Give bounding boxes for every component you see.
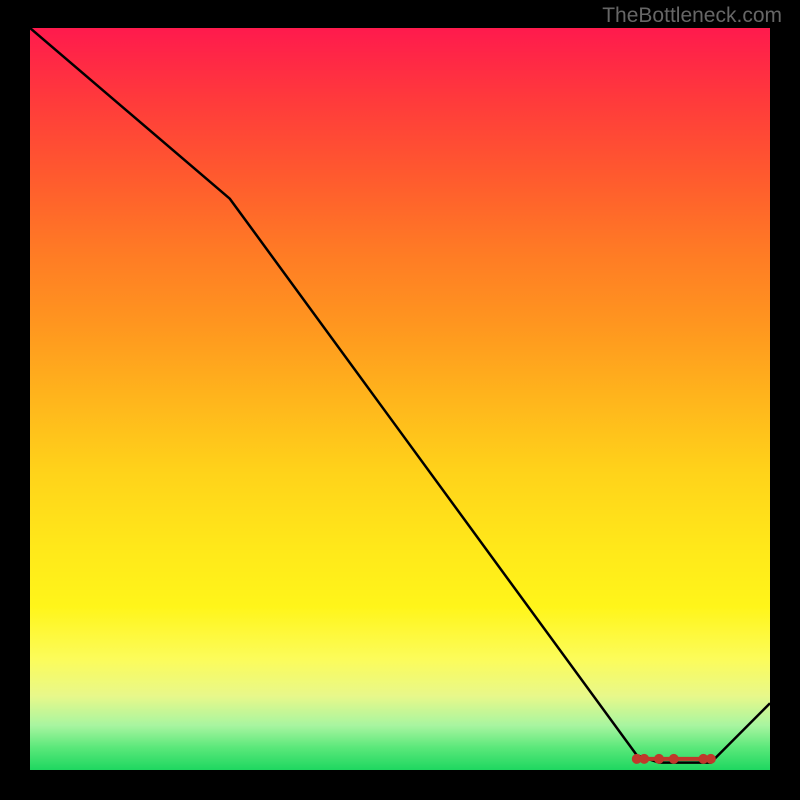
plot-area [30,28,770,770]
data-marker [706,754,716,764]
data-marker [639,754,649,764]
watermark-text: TheBottleneck.com [602,4,782,28]
marker-group [632,754,716,764]
data-marker [669,754,679,764]
chart-svg [30,28,770,770]
series-line [30,28,770,763]
data-marker [654,754,664,764]
chart-container: TheBottleneck.com [0,0,800,800]
